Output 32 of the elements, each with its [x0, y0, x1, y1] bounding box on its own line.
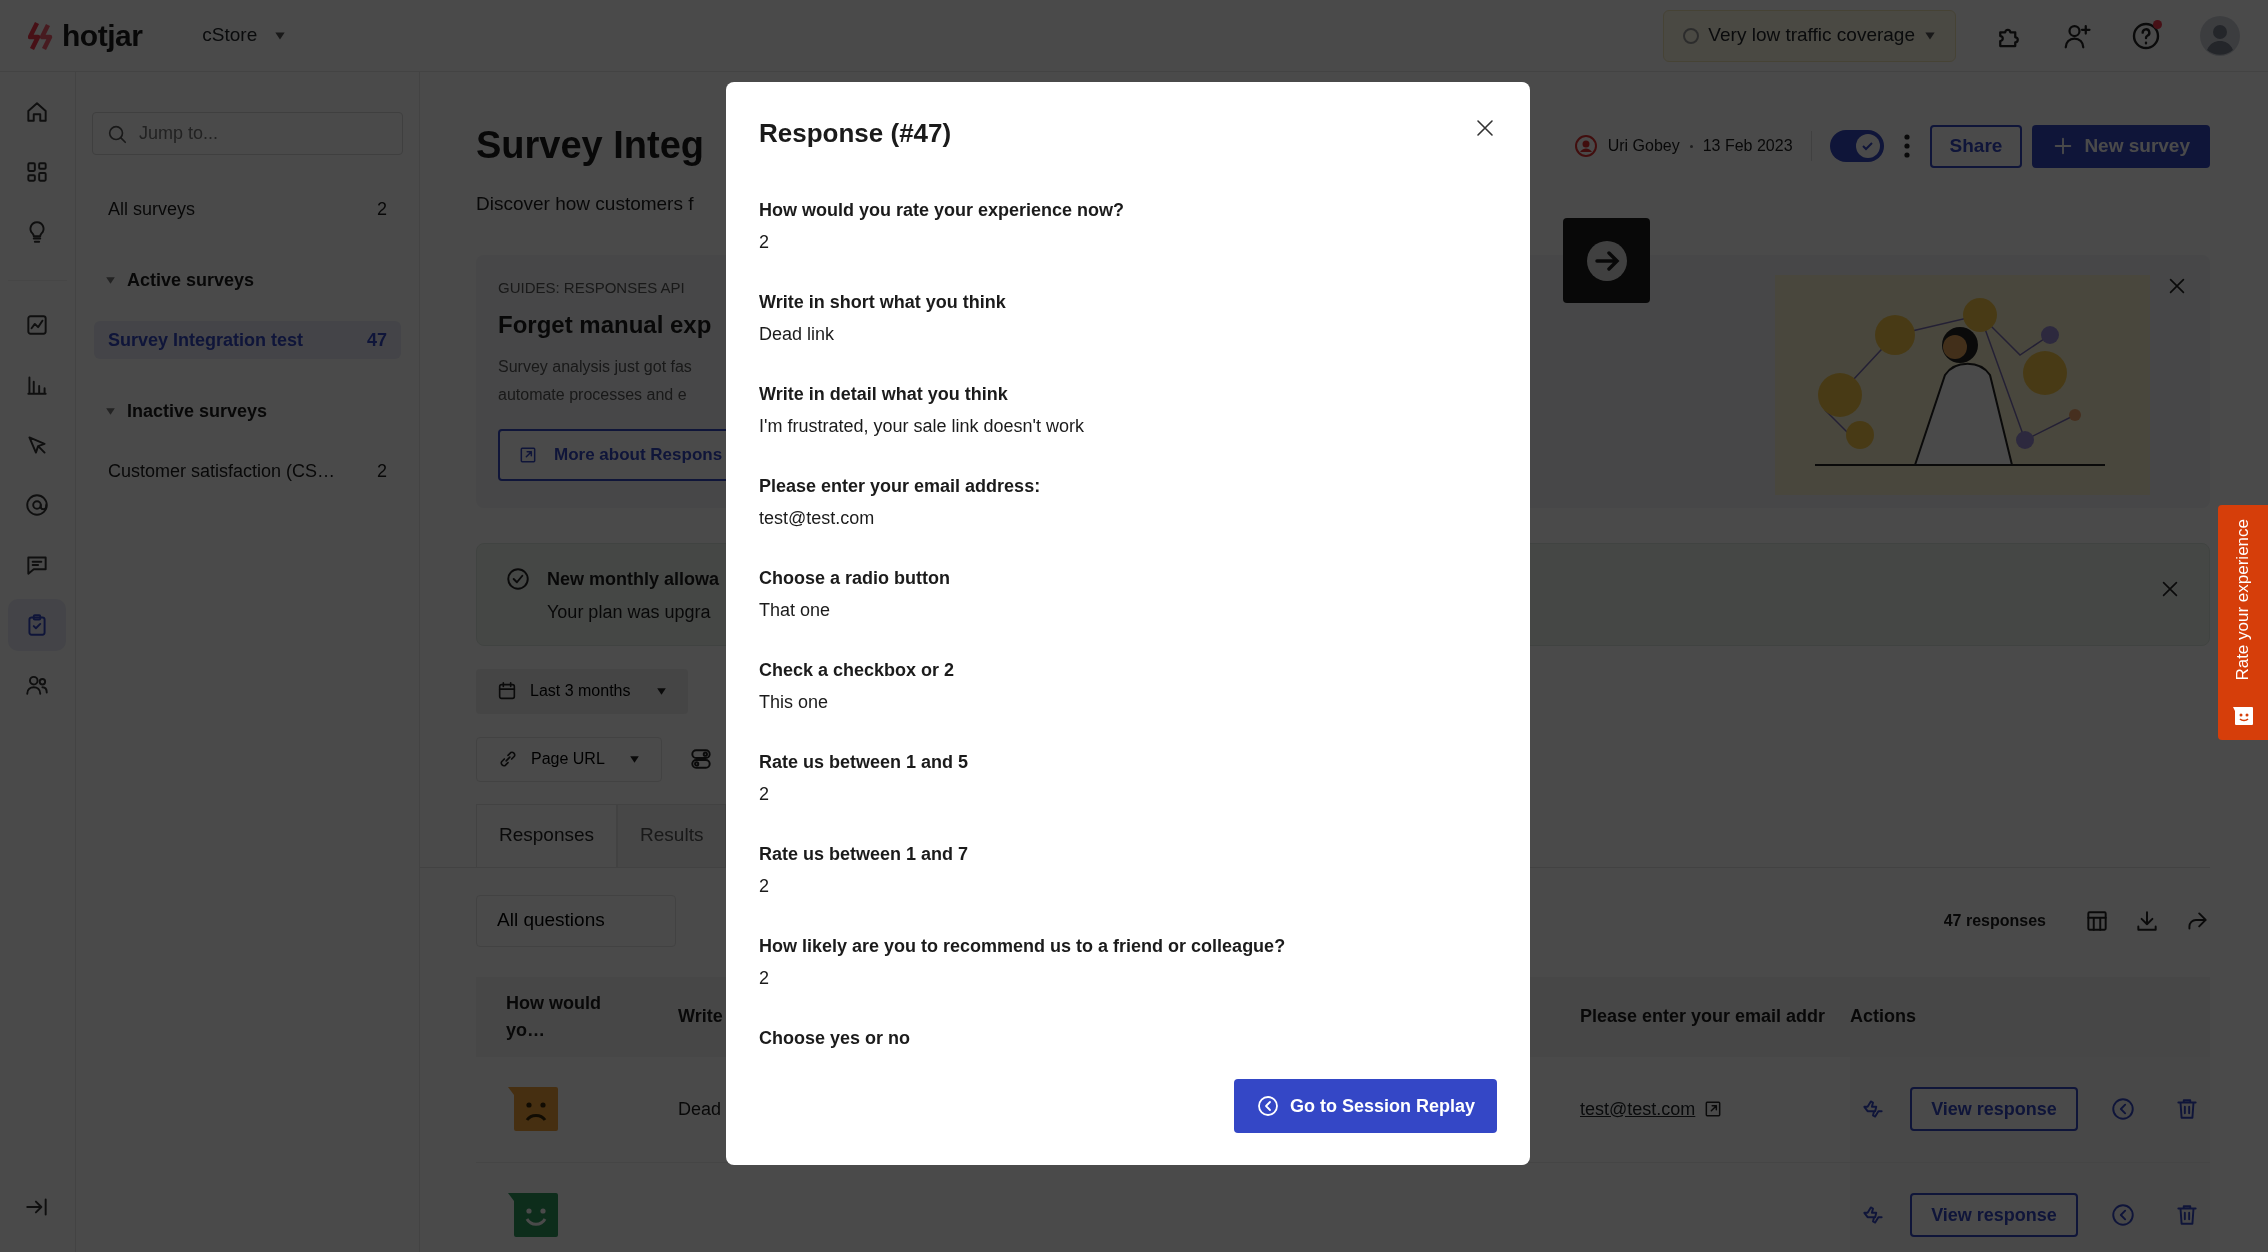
- answer-text: test@test.com: [759, 507, 876, 531]
- question-text: How would you rate your experience now?: [759, 199, 1126, 223]
- answer-text: 2: [759, 231, 770, 255]
- table-cell: Dead: [678, 1098, 722, 1119]
- owner-name: Uri Gobey: [1607, 136, 1680, 156]
- answer-text: 2: [759, 967, 770, 991]
- answer-text: 2: [759, 875, 770, 899]
- column-header: Please enter your email addr: [1580, 1005, 1826, 1028]
- question-text: Choose yes or no: [759, 1027, 912, 1051]
- answer-text: This one: [759, 691, 830, 715]
- question-text: Write in detail what you think: [759, 383, 1009, 407]
- question-text: Rate us between 1 and 5: [759, 751, 970, 775]
- notice-text: Your plan was upgra: [547, 600, 711, 624]
- question-text: Check a checkbox or 2: [759, 659, 956, 683]
- date-text: 13 Feb 2023: [1702, 136, 1793, 156]
- column-header: Write: [678, 1005, 723, 1028]
- question-text: Choose a radio button: [759, 567, 951, 591]
- column-header: How would yo…: [506, 991, 602, 1042]
- column-header: Actions: [1850, 1005, 1916, 1028]
- answer-text: 2: [759, 783, 770, 807]
- question-text: How likely are you to recommend us to a friend or colleague?: [759, 935, 1287, 959]
- guide-title: Forget manual exp: [498, 310, 712, 340]
- answer-text: That one: [759, 599, 832, 623]
- notice-title: New monthly allowa: [547, 567, 720, 591]
- page-subtitle: Discover how customers f: [476, 192, 694, 216]
- question-text: Write in short what you think: [759, 291, 1007, 315]
- answer-text: Dead link: [759, 323, 836, 347]
- logo-text: hotjar: [62, 18, 143, 54]
- page-title: Survey Integ: [476, 123, 705, 169]
- question-text: Rate us between 1 and 7: [759, 843, 970, 867]
- response-count: 47 responses: [1943, 910, 2046, 931]
- dialog-title: Response (#47): [759, 118, 952, 150]
